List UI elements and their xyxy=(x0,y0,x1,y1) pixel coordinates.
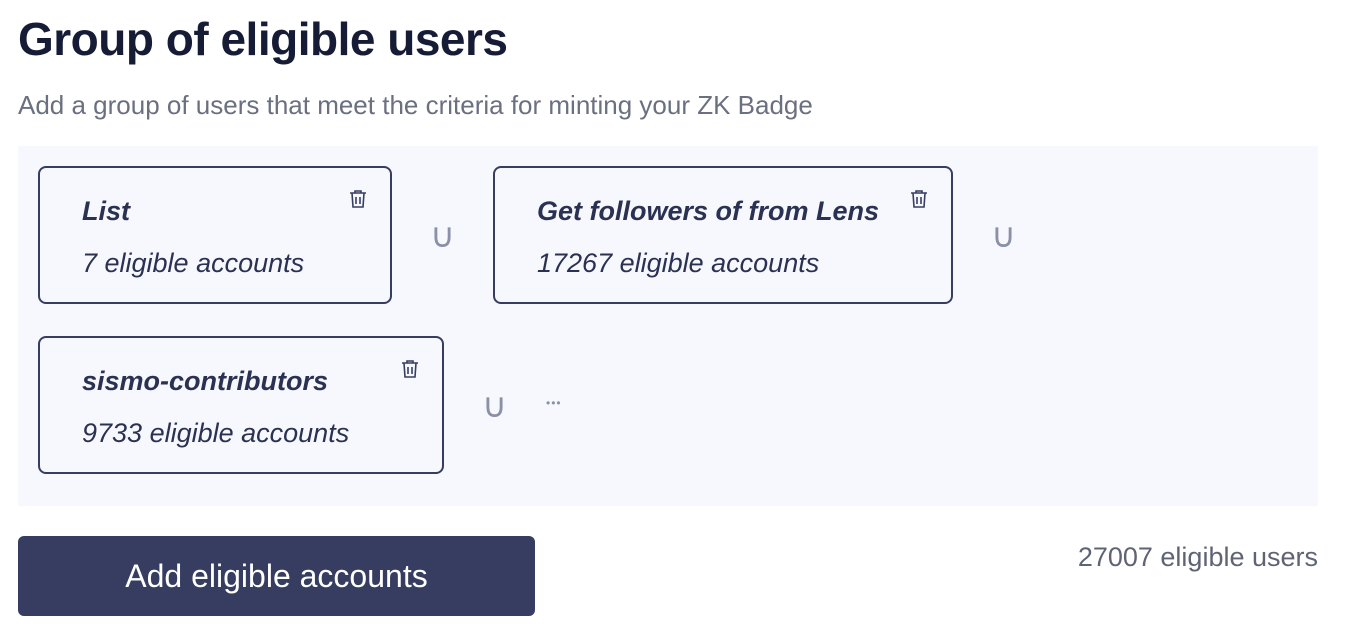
page-subtitle: Add a group of users that meet the crite… xyxy=(18,90,813,120)
groups-panel: List 7 eligible accounts ∪ Get followers… xyxy=(18,146,1318,506)
trash-icon[interactable] xyxy=(399,358,421,380)
page-title: Group of eligible users xyxy=(18,13,508,65)
trash-icon[interactable] xyxy=(908,188,930,210)
more-indicator: ••• xyxy=(546,396,562,410)
group-name: List xyxy=(82,196,131,226)
group-card-list[interactable]: List 7 eligible accounts xyxy=(38,166,392,304)
union-symbol: ∪ xyxy=(991,217,1016,255)
group-name: Get followers of from Lens xyxy=(537,196,880,226)
group-count: 9733 eligible accounts xyxy=(82,418,350,448)
group-count: 17267 eligible accounts xyxy=(537,248,820,278)
union-symbol: ∪ xyxy=(430,217,455,255)
group-name: sismo-contributors xyxy=(82,366,329,396)
total-eligible-users: 27007 eligible users xyxy=(1077,542,1318,572)
trash-icon[interactable] xyxy=(347,188,369,210)
group-card-sismo-contributors[interactable]: sismo-contributors 9733 eligible account… xyxy=(38,336,444,474)
add-eligible-accounts-button[interactable]: Add eligible accounts xyxy=(18,536,535,616)
union-symbol: ∪ xyxy=(482,387,507,425)
group-card-lens-followers[interactable]: Get followers of from Lens 17267 eligibl… xyxy=(493,166,953,304)
group-count: 7 eligible accounts xyxy=(82,248,305,278)
